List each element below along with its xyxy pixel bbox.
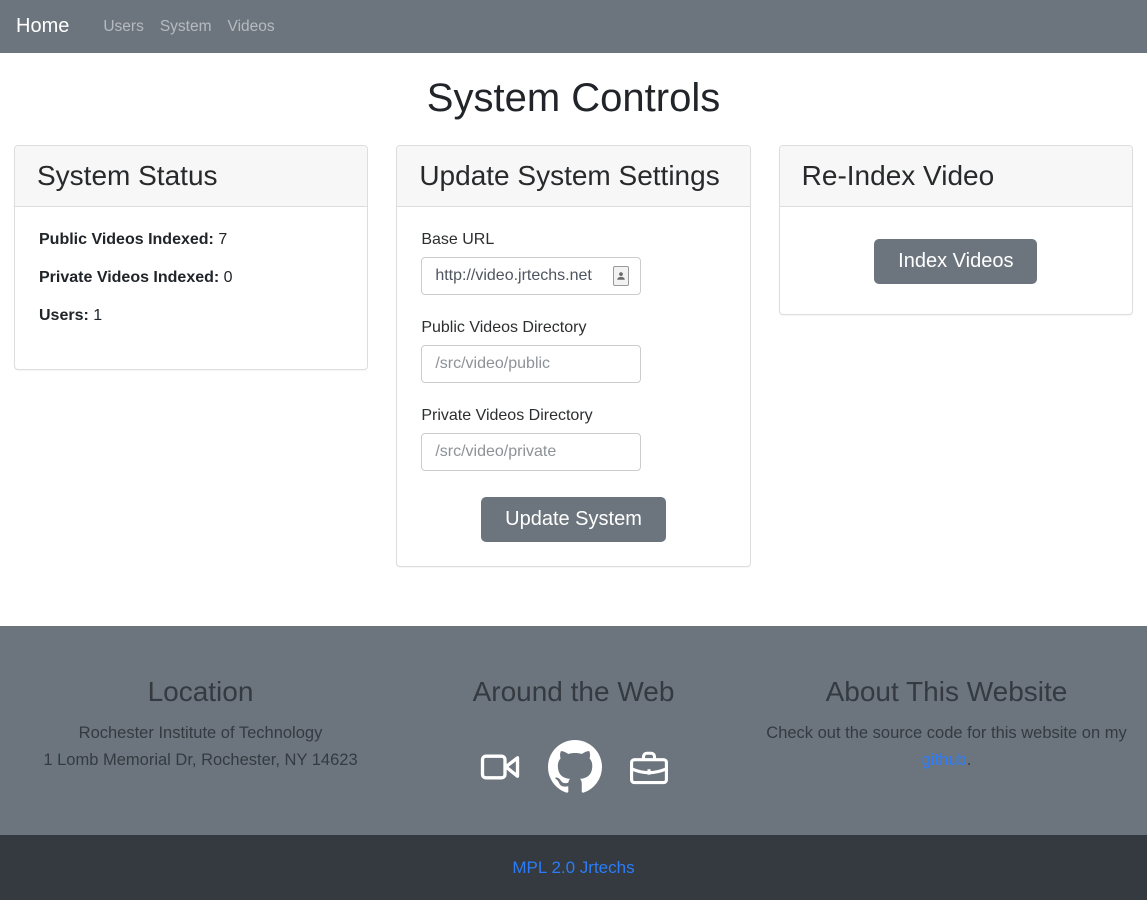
update-button-row: Update System (421, 497, 725, 542)
github-icon[interactable] (548, 740, 602, 794)
license-link[interactable]: MPL 2.0 Jrtechs (512, 858, 634, 878)
social-icons-row (387, 740, 760, 794)
public-dir-input[interactable] (421, 345, 641, 383)
public-dir-input-wrap (421, 345, 641, 383)
location-line-2: 1 Lomb Memorial Dr, Rochester, NY 14623 (14, 747, 387, 774)
stat-label: Private Videos Indexed: (39, 269, 219, 286)
about-text-after: . (967, 751, 972, 769)
stat-users: Users: 1 (39, 307, 343, 325)
briefcase-icon[interactable] (626, 745, 672, 789)
reindex-body: Index Videos (780, 207, 1132, 314)
stat-private-videos: Private Videos Indexed: 0 (39, 269, 343, 287)
cards-row: System Status Public Videos Indexed: 7 P… (0, 145, 1147, 567)
private-dir-group: Private Videos Directory (421, 407, 725, 471)
public-dir-group: Public Videos Directory (421, 319, 725, 383)
base-url-group: Base URL (421, 231, 725, 295)
update-settings-body: Base URL Public Videos (397, 207, 749, 566)
update-settings-card: Update System Settings Base URL (396, 145, 750, 567)
reindex-card-header: Re-Index Video (780, 146, 1132, 207)
nav-link-users[interactable]: Users (95, 18, 151, 36)
stat-value: 1 (93, 307, 102, 324)
private-dir-label: Private Videos Directory (421, 407, 725, 425)
footer: Location Rochester Institute of Technolo… (0, 626, 1147, 835)
navbar: Home Users System Videos (0, 0, 1147, 53)
stat-value: 0 (224, 269, 233, 286)
system-status-card: System Status Public Videos Indexed: 7 P… (14, 145, 368, 370)
nav-link-system[interactable]: System (152, 18, 220, 36)
around-the-web-title: Around the Web (387, 676, 760, 708)
nav-brand-home[interactable]: Home (16, 15, 69, 38)
github-link[interactable]: github (922, 751, 967, 769)
about-text-before: Check out the source code for this websi… (766, 724, 1126, 742)
about-section: About This Website Check out the source … (760, 676, 1133, 835)
update-system-button[interactable]: Update System (481, 497, 666, 542)
autofill-icon[interactable] (613, 266, 629, 286)
system-status-card-header: System Status (15, 146, 367, 207)
system-status-title: System Status (37, 160, 345, 192)
nav-link-videos[interactable]: Videos (220, 18, 283, 36)
page: Home Users System Videos System Controls… (0, 0, 1147, 900)
public-dir-label: Public Videos Directory (421, 319, 725, 337)
about-title: About This Website (760, 676, 1133, 708)
location-title: Location (14, 676, 387, 708)
base-url-input-wrap (421, 257, 641, 295)
stat-label: Users: (39, 307, 89, 324)
location-section: Location Rochester Institute of Technolo… (14, 676, 387, 835)
location-line-1: Rochester Institute of Technology (14, 720, 387, 747)
base-url-label: Base URL (421, 231, 725, 249)
update-settings-title: Update System Settings (419, 160, 727, 192)
private-dir-input-wrap (421, 433, 641, 471)
private-dir-input[interactable] (421, 433, 641, 471)
system-status-body: Public Videos Indexed: 7 Private Videos … (15, 207, 367, 369)
stat-value: 7 (218, 231, 227, 248)
stat-label: Public Videos Indexed: (39, 231, 214, 248)
reindex-title: Re-Index Video (802, 160, 1110, 192)
around-the-web-section: Around the Web (387, 676, 760, 835)
page-title: System Controls (0, 76, 1147, 121)
main-content: System Controls System Status Public Vid… (0, 53, 1147, 626)
index-videos-button[interactable]: Index Videos (874, 239, 1037, 284)
update-settings-card-header: Update System Settings (397, 146, 749, 207)
about-text: Check out the source code for this websi… (760, 720, 1133, 774)
stat-public-videos: Public Videos Indexed: 7 (39, 231, 343, 249)
bottom-bar: MPL 2.0 Jrtechs (0, 835, 1147, 900)
base-url-input[interactable] (421, 257, 641, 295)
video-icon[interactable] (476, 747, 524, 787)
reindex-card: Re-Index Video Index Videos (779, 145, 1133, 315)
